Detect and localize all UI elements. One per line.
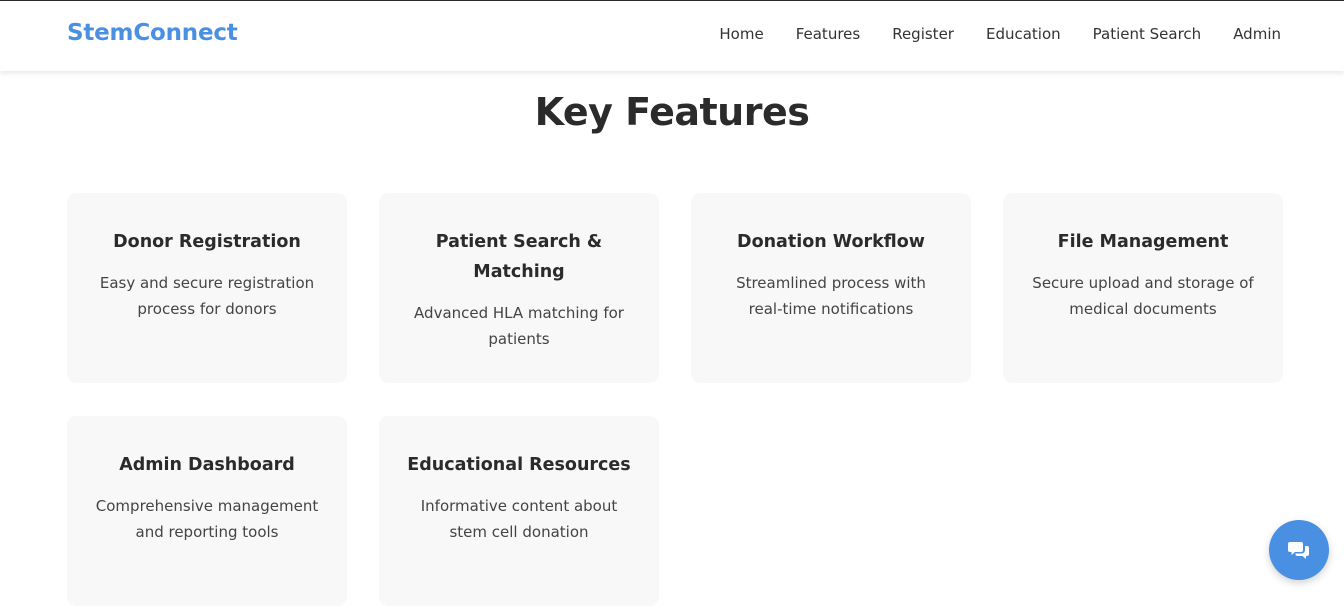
feature-card-donor-registration: Donor Registration Easy and secure regis… <box>67 193 347 383</box>
nav-link-features[interactable]: Features <box>796 25 861 43</box>
nav-link-register[interactable]: Register <box>892 25 954 43</box>
feature-card-admin-dashboard: Admin Dashboard Comprehensive management… <box>67 416 347 606</box>
feature-card-description: Easy and secure registration process for… <box>99 274 315 318</box>
feature-card-description: Secure upload and storage of medical doc… <box>1032 274 1254 318</box>
feature-card-description: Advanced HLA matching for patients <box>414 304 624 348</box>
feature-card-title: Admin Dashboard <box>119 455 295 475</box>
nav-link-patient-search[interactable]: Patient Search <box>1093 25 1202 43</box>
feature-card-title: Donation Workflow <box>737 232 925 252</box>
site-header: StemConnect Home Features Register Educa… <box>0 1 1344 71</box>
chat-button[interactable] <box>1269 520 1329 580</box>
chat-bubbles-icon <box>1288 542 1309 559</box>
main-nav: Home Features Register Education Patient… <box>719 25 1281 43</box>
nav-link-home[interactable]: Home <box>719 25 763 43</box>
nav-link-admin[interactable]: Admin <box>1233 25 1281 43</box>
feature-card-title: Donor Registration <box>113 232 301 252</box>
feature-card-title: File Management <box>1057 232 1229 252</box>
feature-card-title: Patient Search & Matching <box>435 232 603 282</box>
nav-link-education[interactable]: Education <box>986 25 1061 43</box>
feature-card-description: Informative content about stem cell dona… <box>420 497 618 541</box>
brand-logo[interactable]: StemConnect <box>67 20 238 46</box>
feature-card-patient-search: Patient Search & Matching Advanced HLA m… <box>379 193 659 383</box>
feature-card-title: Educational Resources <box>407 455 631 475</box>
feature-card-description: Streamlined process with real-time notif… <box>736 274 926 318</box>
feature-card-description: Comprehensive management and reporting t… <box>95 497 319 541</box>
feature-card-donation-workflow: Donation Workflow Streamlined process wi… <box>691 193 971 383</box>
features-grid: Donor Registration Easy and secure regis… <box>67 193 1283 606</box>
section-title: Key Features <box>534 90 810 134</box>
feature-card-file-management: File Management Secure upload and storag… <box>1003 193 1283 383</box>
feature-card-educational-resources: Educational Resources Informative conten… <box>379 416 659 606</box>
